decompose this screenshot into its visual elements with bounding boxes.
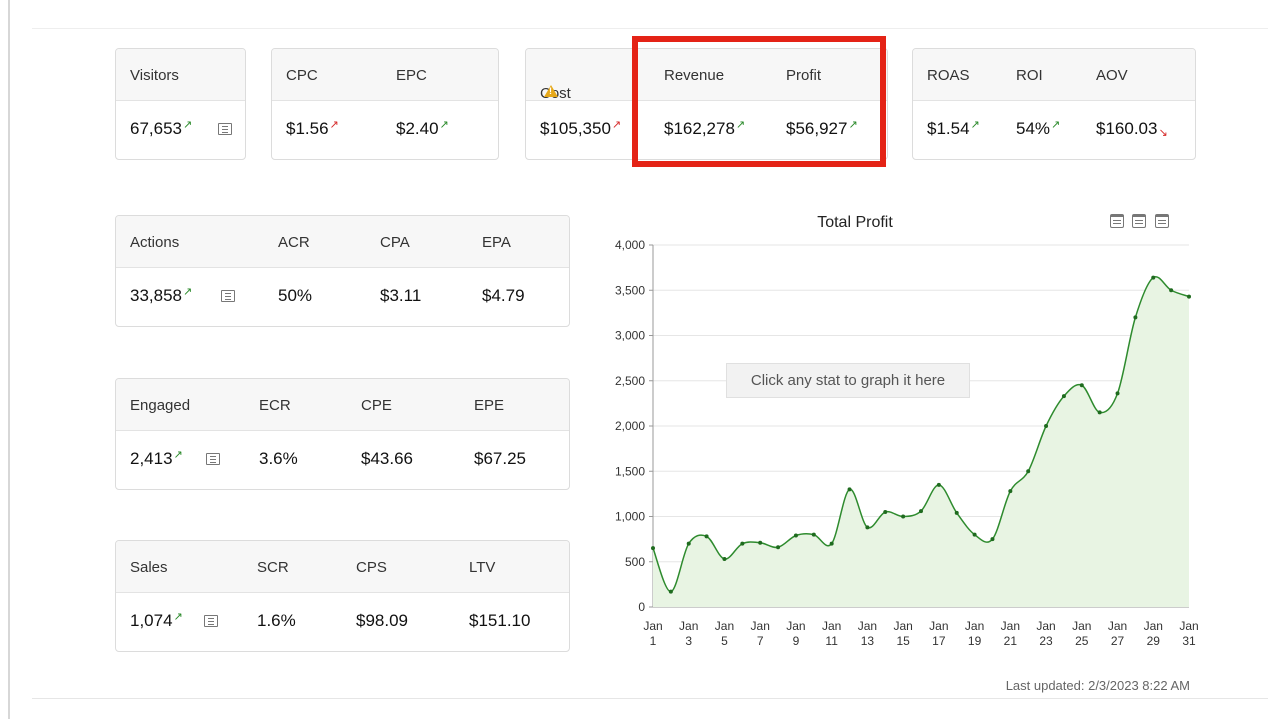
- x-tick-label: 13: [861, 634, 875, 648]
- x-tick-label: Jan: [893, 619, 912, 633]
- data-point: [901, 514, 906, 519]
- x-tick-label: 31: [1182, 634, 1196, 648]
- y-tick-label: 1,500: [615, 464, 645, 478]
- y-tick-label: 500: [625, 555, 645, 569]
- data-point: [954, 510, 959, 515]
- x-tick-label: Jan: [1144, 619, 1163, 633]
- data-point: [1115, 391, 1120, 396]
- data-point: [865, 525, 870, 530]
- calendar-day-icon[interactable]: [1110, 214, 1124, 228]
- data-point: [1026, 469, 1031, 474]
- x-tick-label: Jan: [679, 619, 698, 633]
- data-point: [1151, 275, 1156, 280]
- y-tick-label: 3,500: [615, 283, 645, 297]
- data-point: [990, 537, 995, 542]
- x-tick-label: Jan: [1036, 619, 1055, 633]
- x-tick-label: 21: [1004, 634, 1018, 648]
- x-tick-label: Jan: [643, 619, 662, 633]
- x-tick-label: 5: [721, 634, 728, 648]
- data-point: [1097, 410, 1102, 415]
- y-tick-label: 0: [638, 600, 645, 614]
- x-tick-label: 25: [1075, 634, 1089, 648]
- chart-date-tools: [1110, 214, 1173, 233]
- data-point: [740, 541, 745, 546]
- y-tick-label: 2,000: [615, 419, 645, 433]
- data-point: [972, 532, 977, 537]
- calendar-month-icon[interactable]: [1154, 214, 1169, 228]
- x-tick-label: 29: [1147, 634, 1161, 648]
- data-point: [1187, 294, 1191, 299]
- x-tick-label: Jan: [822, 619, 841, 633]
- x-tick-label: 17: [932, 634, 946, 648]
- data-point: [829, 541, 834, 546]
- x-tick-label: 23: [1039, 634, 1053, 648]
- x-tick-label: Jan: [786, 619, 805, 633]
- data-point: [704, 534, 709, 539]
- data-point: [686, 541, 691, 546]
- data-point: [919, 509, 923, 514]
- chart-title: Total Profit: [817, 214, 893, 231]
- data-point: [883, 509, 888, 514]
- profit-area: [653, 276, 1189, 607]
- data-point: [722, 557, 727, 562]
- last-updated: Last updated: 2/3/2023 8:22 AM: [1005, 678, 1190, 693]
- data-point: [1061, 394, 1066, 399]
- data-point: [1044, 424, 1049, 428]
- data-point: [847, 487, 852, 492]
- data-point: [811, 532, 816, 537]
- x-tick-label: Jan: [1108, 619, 1127, 633]
- x-tick-label: Jan: [965, 619, 984, 633]
- y-tick-label: 2,500: [615, 374, 645, 388]
- x-tick-label: 9: [793, 634, 800, 648]
- calendar-week-icon[interactable]: [1132, 214, 1147, 228]
- data-point: [793, 533, 798, 538]
- y-tick-label: 4,000: [615, 238, 645, 252]
- x-tick-label: 27: [1111, 634, 1125, 648]
- x-tick-label: 3: [685, 634, 692, 648]
- data-point: [758, 540, 763, 545]
- total-profit-chart[interactable]: 0 500 1,000 1,500 2,000 2,500 3,000 3,500 4,000 J…: [0, 0, 1279, 719]
- y-tick-label: 1,000: [615, 510, 645, 524]
- x-tick-label: Jan: [715, 619, 734, 633]
- x-tick-label: 7: [757, 634, 764, 648]
- data-point: [1008, 489, 1013, 494]
- x-tick-label: Jan: [751, 619, 770, 633]
- x-tick-label: Jan: [929, 619, 948, 633]
- data-point: [1169, 288, 1174, 293]
- data-point: [668, 589, 673, 594]
- data-point: [1133, 315, 1138, 320]
- data-point: [1079, 383, 1084, 388]
- y-tick-label: 3,000: [615, 329, 645, 343]
- x-tick-label: Jan: [1001, 619, 1020, 633]
- x-tick-label: 15: [896, 634, 910, 648]
- x-tick-label: Jan: [858, 619, 877, 633]
- x-tick-label: Jan: [1179, 619, 1198, 633]
- data-point: [651, 546, 655, 551]
- x-tick-label: 19: [968, 634, 982, 648]
- x-tick-label: Jan: [1072, 619, 1091, 633]
- chart-hint: Click any stat to graph it here: [726, 363, 970, 398]
- data-point: [776, 545, 781, 550]
- data-point: [936, 482, 941, 487]
- x-tick-label: 1: [650, 634, 657, 648]
- x-tick-label: 11: [825, 634, 838, 648]
